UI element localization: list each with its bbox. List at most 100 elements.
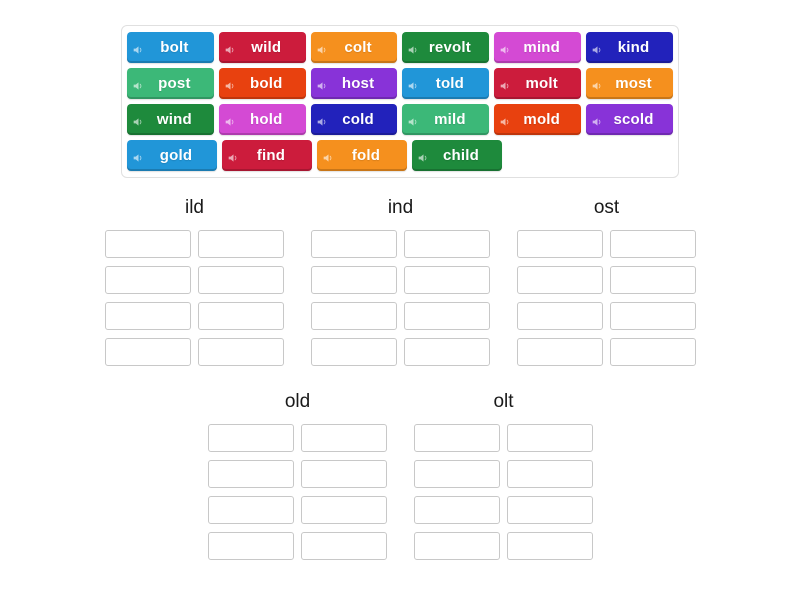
word-tile-label: host — [341, 75, 375, 92]
word-tile-label: molt — [525, 75, 558, 92]
word-bank-row: post bold host told molt most — [127, 68, 673, 99]
drop-slot[interactable] — [311, 338, 397, 366]
drop-slot[interactable] — [517, 302, 603, 330]
speaker-icon[interactable] — [592, 78, 603, 90]
word-tile-hold[interactable]: hold — [218, 104, 306, 135]
speaker-icon[interactable] — [408, 78, 419, 90]
word-tile-wind[interactable]: wind — [127, 104, 214, 135]
drop-slot[interactable] — [610, 302, 696, 330]
drop-slot[interactable] — [301, 424, 387, 452]
speaker-icon[interactable] — [317, 78, 328, 90]
drop-slot[interactable] — [301, 496, 387, 524]
word-tile-mild[interactable]: mild — [402, 104, 490, 135]
category-title: ost — [593, 197, 620, 218]
drop-slot-row — [208, 460, 387, 488]
word-tile-post[interactable]: post — [127, 68, 214, 99]
drop-slot[interactable] — [208, 532, 294, 560]
drop-slot[interactable] — [105, 266, 191, 294]
word-tile-child[interactable]: child — [412, 140, 502, 171]
drop-slot-row — [414, 532, 593, 560]
drop-slot[interactable] — [610, 230, 696, 258]
drop-slot[interactable] — [517, 338, 603, 366]
speaker-icon[interactable] — [133, 42, 144, 54]
drop-slot[interactable] — [208, 496, 294, 524]
word-tile-label: colt — [344, 39, 372, 56]
drop-slot[interactable] — [610, 338, 696, 366]
word-tile-mind[interactable]: mind — [494, 32, 582, 63]
drop-slot[interactable] — [198, 230, 284, 258]
word-tile-label: hold — [250, 111, 283, 128]
speaker-icon[interactable] — [317, 114, 328, 126]
drop-slot[interactable] — [414, 424, 500, 452]
drop-slot-row — [414, 424, 593, 452]
word-tile-cold[interactable]: cold — [310, 104, 398, 135]
speaker-icon[interactable] — [592, 114, 603, 126]
word-tile-mold[interactable]: mold — [494, 104, 582, 135]
drop-slot[interactable] — [301, 532, 387, 560]
speaker-icon[interactable] — [133, 78, 144, 90]
drop-slot[interactable] — [404, 302, 490, 330]
drop-slot[interactable] — [517, 266, 603, 294]
word-tile-gold[interactable]: gold — [127, 140, 217, 171]
drop-slot[interactable] — [507, 496, 593, 524]
word-tile-colt[interactable]: colt — [310, 32, 398, 63]
speaker-icon[interactable] — [225, 42, 236, 54]
word-tile-molt[interactable]: molt — [494, 68, 582, 99]
drop-slot[interactable] — [311, 230, 397, 258]
word-tile-revolt[interactable]: revolt — [402, 32, 490, 63]
word-tile-kind[interactable]: kind — [586, 32, 673, 63]
speaker-icon[interactable] — [317, 42, 328, 54]
word-tile-find[interactable]: find — [222, 140, 312, 171]
drop-slot[interactable] — [105, 338, 191, 366]
drop-slot-row — [105, 338, 284, 366]
speaker-icon[interactable] — [408, 42, 419, 54]
speaker-icon[interactable] — [592, 42, 603, 54]
drop-slot-row — [208, 532, 387, 560]
drop-slot[interactable] — [311, 266, 397, 294]
drop-slot[interactable] — [311, 302, 397, 330]
speaker-icon[interactable] — [418, 150, 429, 162]
group-sort-activity: bolt wild colt revolt mind kind post bold host to… — [0, 0, 800, 600]
speaker-icon[interactable] — [408, 114, 419, 126]
drop-slot[interactable] — [414, 496, 500, 524]
speaker-icon[interactable] — [500, 42, 511, 54]
word-tile-most[interactable]: most — [586, 68, 673, 99]
drop-slot[interactable] — [105, 302, 191, 330]
word-tile-label: scold — [613, 111, 654, 128]
speaker-icon[interactable] — [323, 150, 334, 162]
drop-slot[interactable] — [301, 460, 387, 488]
drop-slot[interactable] — [404, 230, 490, 258]
word-tile-fold[interactable]: fold — [317, 140, 407, 171]
drop-slot[interactable] — [105, 230, 191, 258]
drop-slot[interactable] — [414, 460, 500, 488]
drop-slot[interactable] — [198, 302, 284, 330]
drop-slot[interactable] — [198, 338, 284, 366]
word-tile-bolt[interactable]: bolt — [127, 32, 214, 63]
word-tile-scold[interactable]: scold — [586, 104, 673, 135]
drop-slot[interactable] — [507, 424, 593, 452]
word-tile-host[interactable]: host — [310, 68, 398, 99]
word-tile-told[interactable]: told — [402, 68, 490, 99]
drop-slot[interactable] — [404, 338, 490, 366]
speaker-icon[interactable] — [133, 150, 144, 162]
drop-slot[interactable] — [507, 460, 593, 488]
drop-slot[interactable] — [198, 266, 284, 294]
word-tile-wild[interactable]: wild — [218, 32, 306, 63]
word-tile-label: revolt — [428, 39, 471, 56]
word-tile-bold[interactable]: bold — [218, 68, 306, 99]
speaker-icon[interactable] — [225, 78, 236, 90]
speaker-icon[interactable] — [500, 114, 511, 126]
drop-slot[interactable] — [507, 532, 593, 560]
drop-slot[interactable] — [610, 266, 696, 294]
drop-slot[interactable] — [208, 424, 294, 452]
speaker-icon[interactable] — [225, 114, 236, 126]
drop-slot[interactable] — [517, 230, 603, 258]
word-tile-label: wild — [251, 39, 282, 56]
drop-slot[interactable] — [208, 460, 294, 488]
speaker-icon[interactable] — [500, 78, 511, 90]
drop-slot[interactable] — [414, 532, 500, 560]
word-tile-label: mild — [434, 111, 466, 128]
speaker-icon[interactable] — [228, 150, 239, 162]
drop-slot[interactable] — [404, 266, 490, 294]
speaker-icon[interactable] — [133, 114, 144, 126]
